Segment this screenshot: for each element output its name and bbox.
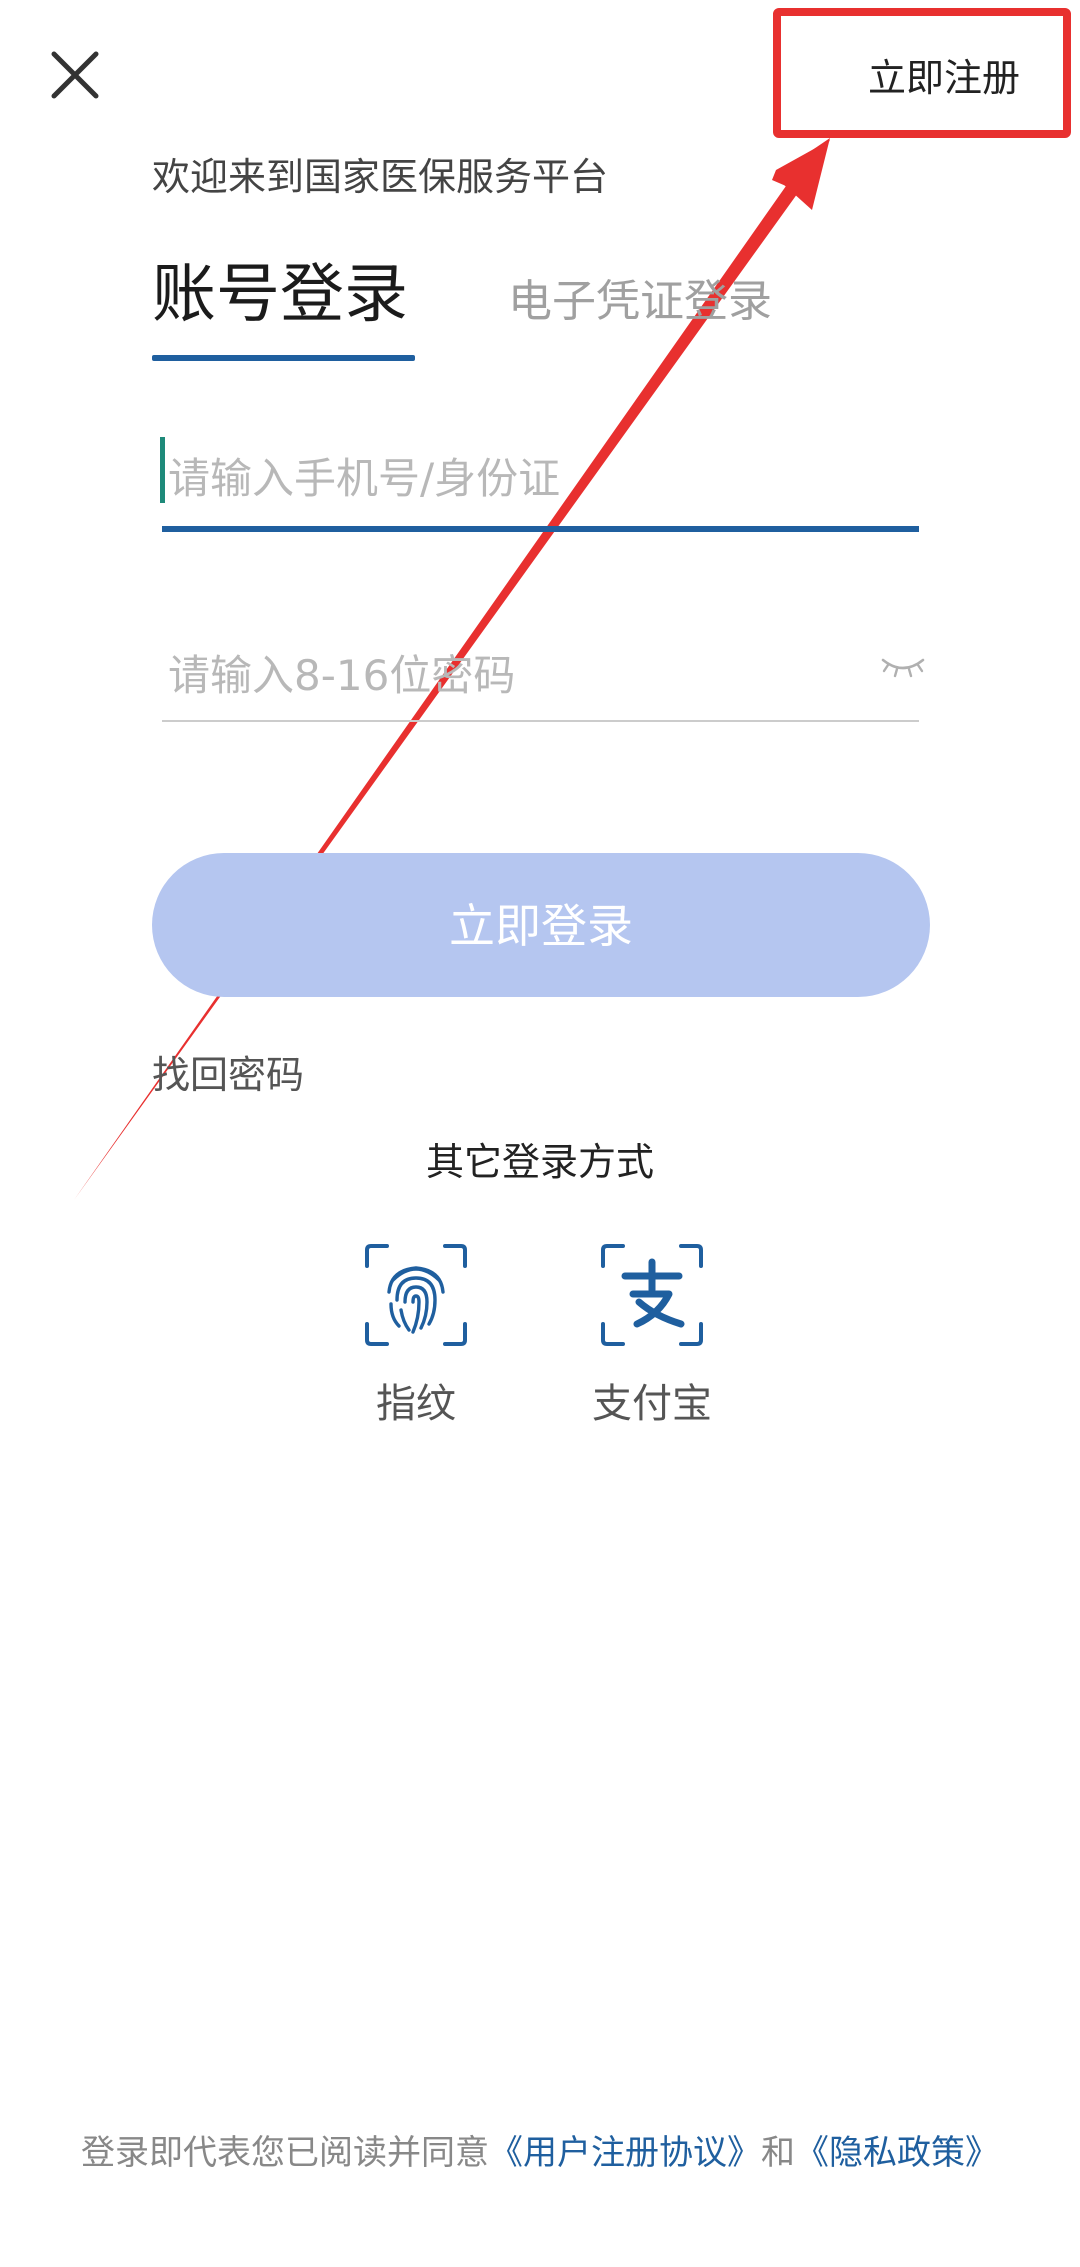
fingerprint-login-option[interactable]: 指纹	[336, 1240, 496, 1432]
phone-id-field[interactable]	[162, 430, 919, 532]
tab-electronic-voucher-login[interactable]: 电子凭证登录	[508, 262, 772, 342]
active-tab-indicator	[152, 355, 415, 361]
password-visibility-toggle[interactable]	[880, 652, 926, 682]
user-agreement-link[interactable]: 《用户注册协议》	[489, 2133, 761, 2173]
tab-account-login[interactable]: 账号登录	[152, 255, 408, 335]
phone-id-input[interactable]	[162, 430, 919, 526]
close-icon	[51, 51, 99, 99]
privacy-policy-link[interactable]: 《隐私政策》	[795, 2133, 999, 2173]
agreement-prefix: 登录即代表您已阅读并同意	[81, 2133, 489, 2173]
close-button[interactable]	[40, 40, 110, 110]
alipay-login-option[interactable]: 支付宝	[572, 1240, 732, 1432]
welcome-text: 欢迎来到国家医保服务平台	[152, 155, 609, 199]
other-login-title: 其它登录方式	[425, 1140, 654, 1184]
agreement-connector: 和	[761, 2133, 795, 2173]
alipay-label: 支付宝	[592, 1381, 712, 1427]
text-caret	[160, 437, 165, 503]
fingerprint-label: 指纹	[376, 1381, 456, 1427]
alipay-icon	[601, 1244, 703, 1346]
annotation-highlight-box	[773, 8, 1071, 138]
login-button[interactable]: 立即登录	[152, 853, 930, 997]
password-field[interactable]	[162, 630, 919, 722]
agreement-footer: 登录即代表您已阅读并同意《用户注册协议》和《隐私政策》	[80, 2128, 1000, 2178]
eye-closed-icon	[881, 658, 925, 678]
password-input[interactable]	[162, 630, 919, 720]
forgot-password-link[interactable]: 找回密码	[152, 1048, 304, 1102]
fingerprint-icon	[365, 1244, 467, 1346]
